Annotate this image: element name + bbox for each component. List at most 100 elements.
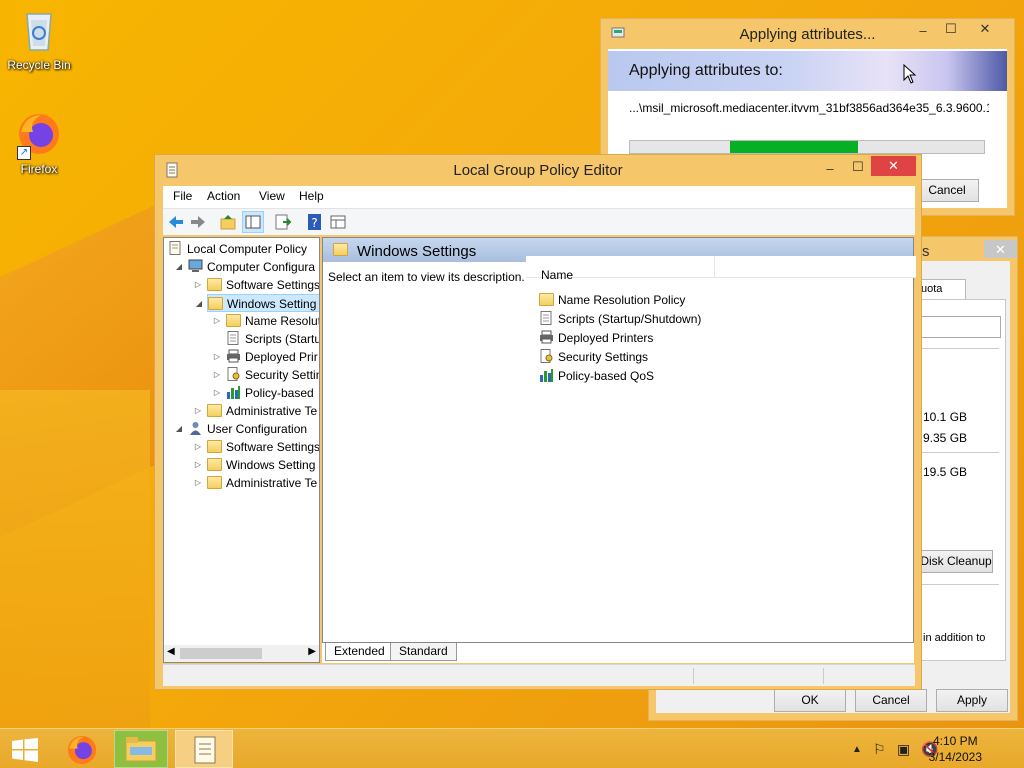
- tab-extended[interactable]: Extended: [325, 643, 394, 661]
- scrollbar-thumb[interactable]: [180, 648, 262, 659]
- collapse-arrow-icon[interactable]: ▷: [212, 312, 222, 330]
- clock-date: 3/14/2023: [928, 750, 982, 764]
- desktop-icon-label: Firefox: [20, 162, 58, 176]
- properties-view-icon[interactable]: [329, 213, 347, 231]
- tree-item[interactable]: ▷ Software Settings: [195, 438, 320, 456]
- qos-icon: [539, 368, 554, 382]
- folder-icon: [207, 404, 222, 417]
- tree-item[interactable]: Local Computer Policy: [168, 240, 307, 258]
- maximize-button[interactable]: ☐: [943, 19, 959, 39]
- status-divider: [693, 668, 694, 684]
- ok-button[interactable]: OK: [774, 689, 846, 712]
- collapse-arrow-icon[interactable]: ▷: [193, 438, 203, 456]
- dialog-banner: Applying attributes to:: [608, 51, 1007, 91]
- menu-file[interactable]: File: [173, 189, 192, 203]
- taskbar-file-explorer[interactable]: [114, 730, 168, 768]
- collapse-arrow-icon[interactable]: ▷: [193, 456, 203, 474]
- show-hide-tree-button[interactable]: [242, 211, 264, 233]
- description-text: Select an item to view its description.: [328, 270, 525, 284]
- close-button[interactable]: ✕: [984, 240, 1017, 258]
- svg-text:?: ?: [311, 216, 317, 230]
- tree-item-label: Software Settings: [226, 278, 320, 292]
- list-item[interactable]: Deployed Printers: [539, 329, 653, 347]
- tree-item[interactable]: ◢ Windows Setting: [196, 294, 319, 312]
- tree-item[interactable]: ▷ Administrative Te: [195, 402, 318, 420]
- tree-item[interactable]: ▷ Administrative Te: [195, 474, 317, 492]
- tree-item[interactable]: ▷ Windows Setting: [195, 456, 315, 474]
- recycle-bin-icon: [15, 6, 63, 54]
- close-button[interactable]: ✕: [871, 156, 916, 176]
- computer-icon: [188, 259, 203, 272]
- group-policy-editor-window: Local Group Policy Editor – ☐ ✕ File Act…: [154, 154, 922, 690]
- cancel-button[interactable]: Cancel: [915, 179, 979, 202]
- action-center-flag-icon[interactable]: ⚐: [873, 741, 886, 758]
- close-button[interactable]: ✕: [977, 19, 993, 39]
- tree-item[interactable]: ◢ Computer Configura: [176, 258, 315, 276]
- expand-arrow-icon[interactable]: ◢: [174, 420, 184, 438]
- list-item[interactable]: Name Resolution Policy: [539, 291, 685, 309]
- forward-arrow-icon[interactable]: [189, 213, 207, 231]
- script-icon: [539, 311, 554, 325]
- tree-item-label: Security Settin: [245, 368, 320, 382]
- scroll-left-icon[interactable]: ◀: [167, 646, 175, 657]
- folder-icon: [226, 314, 241, 327]
- minimize-button[interactable]: –: [915, 21, 931, 41]
- list-item[interactable]: Scripts (Startup/Shutdown): [539, 310, 701, 328]
- menu-view[interactable]: View: [259, 189, 285, 203]
- scroll-right-icon[interactable]: ▶: [308, 646, 316, 657]
- list-item[interactable]: Security Settings: [539, 348, 648, 366]
- tree-item[interactable]: ▷ Policy-based: [214, 384, 314, 402]
- tree-item-label: Software Settings: [226, 440, 320, 454]
- disk-cleanup-button[interactable]: Disk Cleanup: [919, 550, 993, 573]
- expand-arrow-icon[interactable]: ◢: [174, 258, 184, 276]
- collapse-arrow-icon[interactable]: ▷: [212, 348, 222, 366]
- desktop-icon-recycle-bin[interactable]: Recycle Bin: [0, 6, 78, 72]
- collapse-arrow-icon[interactable]: ▷: [193, 474, 203, 492]
- desktop-icon-firefox[interactable]: ↗ Firefox: [0, 110, 78, 176]
- apply-button[interactable]: Apply: [936, 689, 1008, 712]
- console-tree-icon: [245, 215, 261, 229]
- collapse-arrow-icon[interactable]: ▷: [193, 402, 203, 420]
- tree-item[interactable]: ◢ User Configuration: [176, 420, 307, 438]
- tree-item[interactable]: ▷ Deployed Prir: [214, 348, 318, 366]
- status-bar: [163, 664, 915, 686]
- tree-item[interactable]: Scripts (Startu: [226, 330, 319, 348]
- label-field[interactable]: [921, 316, 1001, 338]
- tree-item[interactable]: ▷ Name Resolut: [214, 312, 319, 330]
- properties-title: s: [922, 243, 930, 260]
- wallpaper-shape: [0, 390, 150, 730]
- column-header-name[interactable]: Name: [541, 268, 573, 282]
- menu-help[interactable]: Help: [299, 189, 324, 203]
- start-button[interactable]: [0, 730, 56, 768]
- expand-arrow-icon[interactable]: ◢: [194, 295, 204, 313]
- clock[interactable]: 4:10 PM 3/14/2023: [929, 733, 982, 765]
- help-icon[interactable]: ?: [306, 213, 324, 231]
- clock-time: 4:10 PM: [932, 734, 978, 748]
- tree-item[interactable]: ▷ Software Settings: [195, 276, 320, 294]
- tab-quota[interactable]: uota: [918, 279, 966, 299]
- tree-item-label: Administrative Te: [226, 404, 318, 418]
- minimize-button[interactable]: –: [821, 159, 839, 179]
- list-item[interactable]: Policy-based QoS: [539, 367, 654, 385]
- collapse-arrow-icon[interactable]: ▷: [212, 366, 222, 384]
- script-icon: [226, 331, 241, 345]
- horizontal-scrollbar[interactable]: ◀ ▶: [164, 645, 319, 662]
- export-list-icon[interactable]: [274, 213, 292, 231]
- maximize-button[interactable]: ☐: [849, 157, 867, 177]
- folder-icon: [207, 440, 222, 453]
- compress-note: in addition to: [923, 632, 986, 644]
- folder-icon: [333, 243, 348, 256]
- taskbar-firefox[interactable]: [55, 730, 111, 768]
- tab-standard[interactable]: Standard: [390, 643, 457, 661]
- menu-action[interactable]: Action: [207, 189, 240, 203]
- taskbar-group-policy-editor[interactable]: [175, 730, 233, 768]
- tree-item[interactable]: ▷ Security Settin: [214, 366, 320, 384]
- up-folder-icon[interactable]: [219, 213, 237, 231]
- network-icon[interactable]: ▣: [897, 741, 910, 758]
- cancel-button[interactable]: Cancel: [855, 689, 927, 712]
- collapse-arrow-icon[interactable]: ▷: [212, 384, 222, 402]
- back-arrow-icon[interactable]: [167, 213, 185, 231]
- tree-item-label: Local Computer Policy: [187, 242, 308, 256]
- show-hidden-icons-icon[interactable]: ▲: [852, 744, 862, 755]
- collapse-arrow-icon[interactable]: ▷: [193, 276, 203, 294]
